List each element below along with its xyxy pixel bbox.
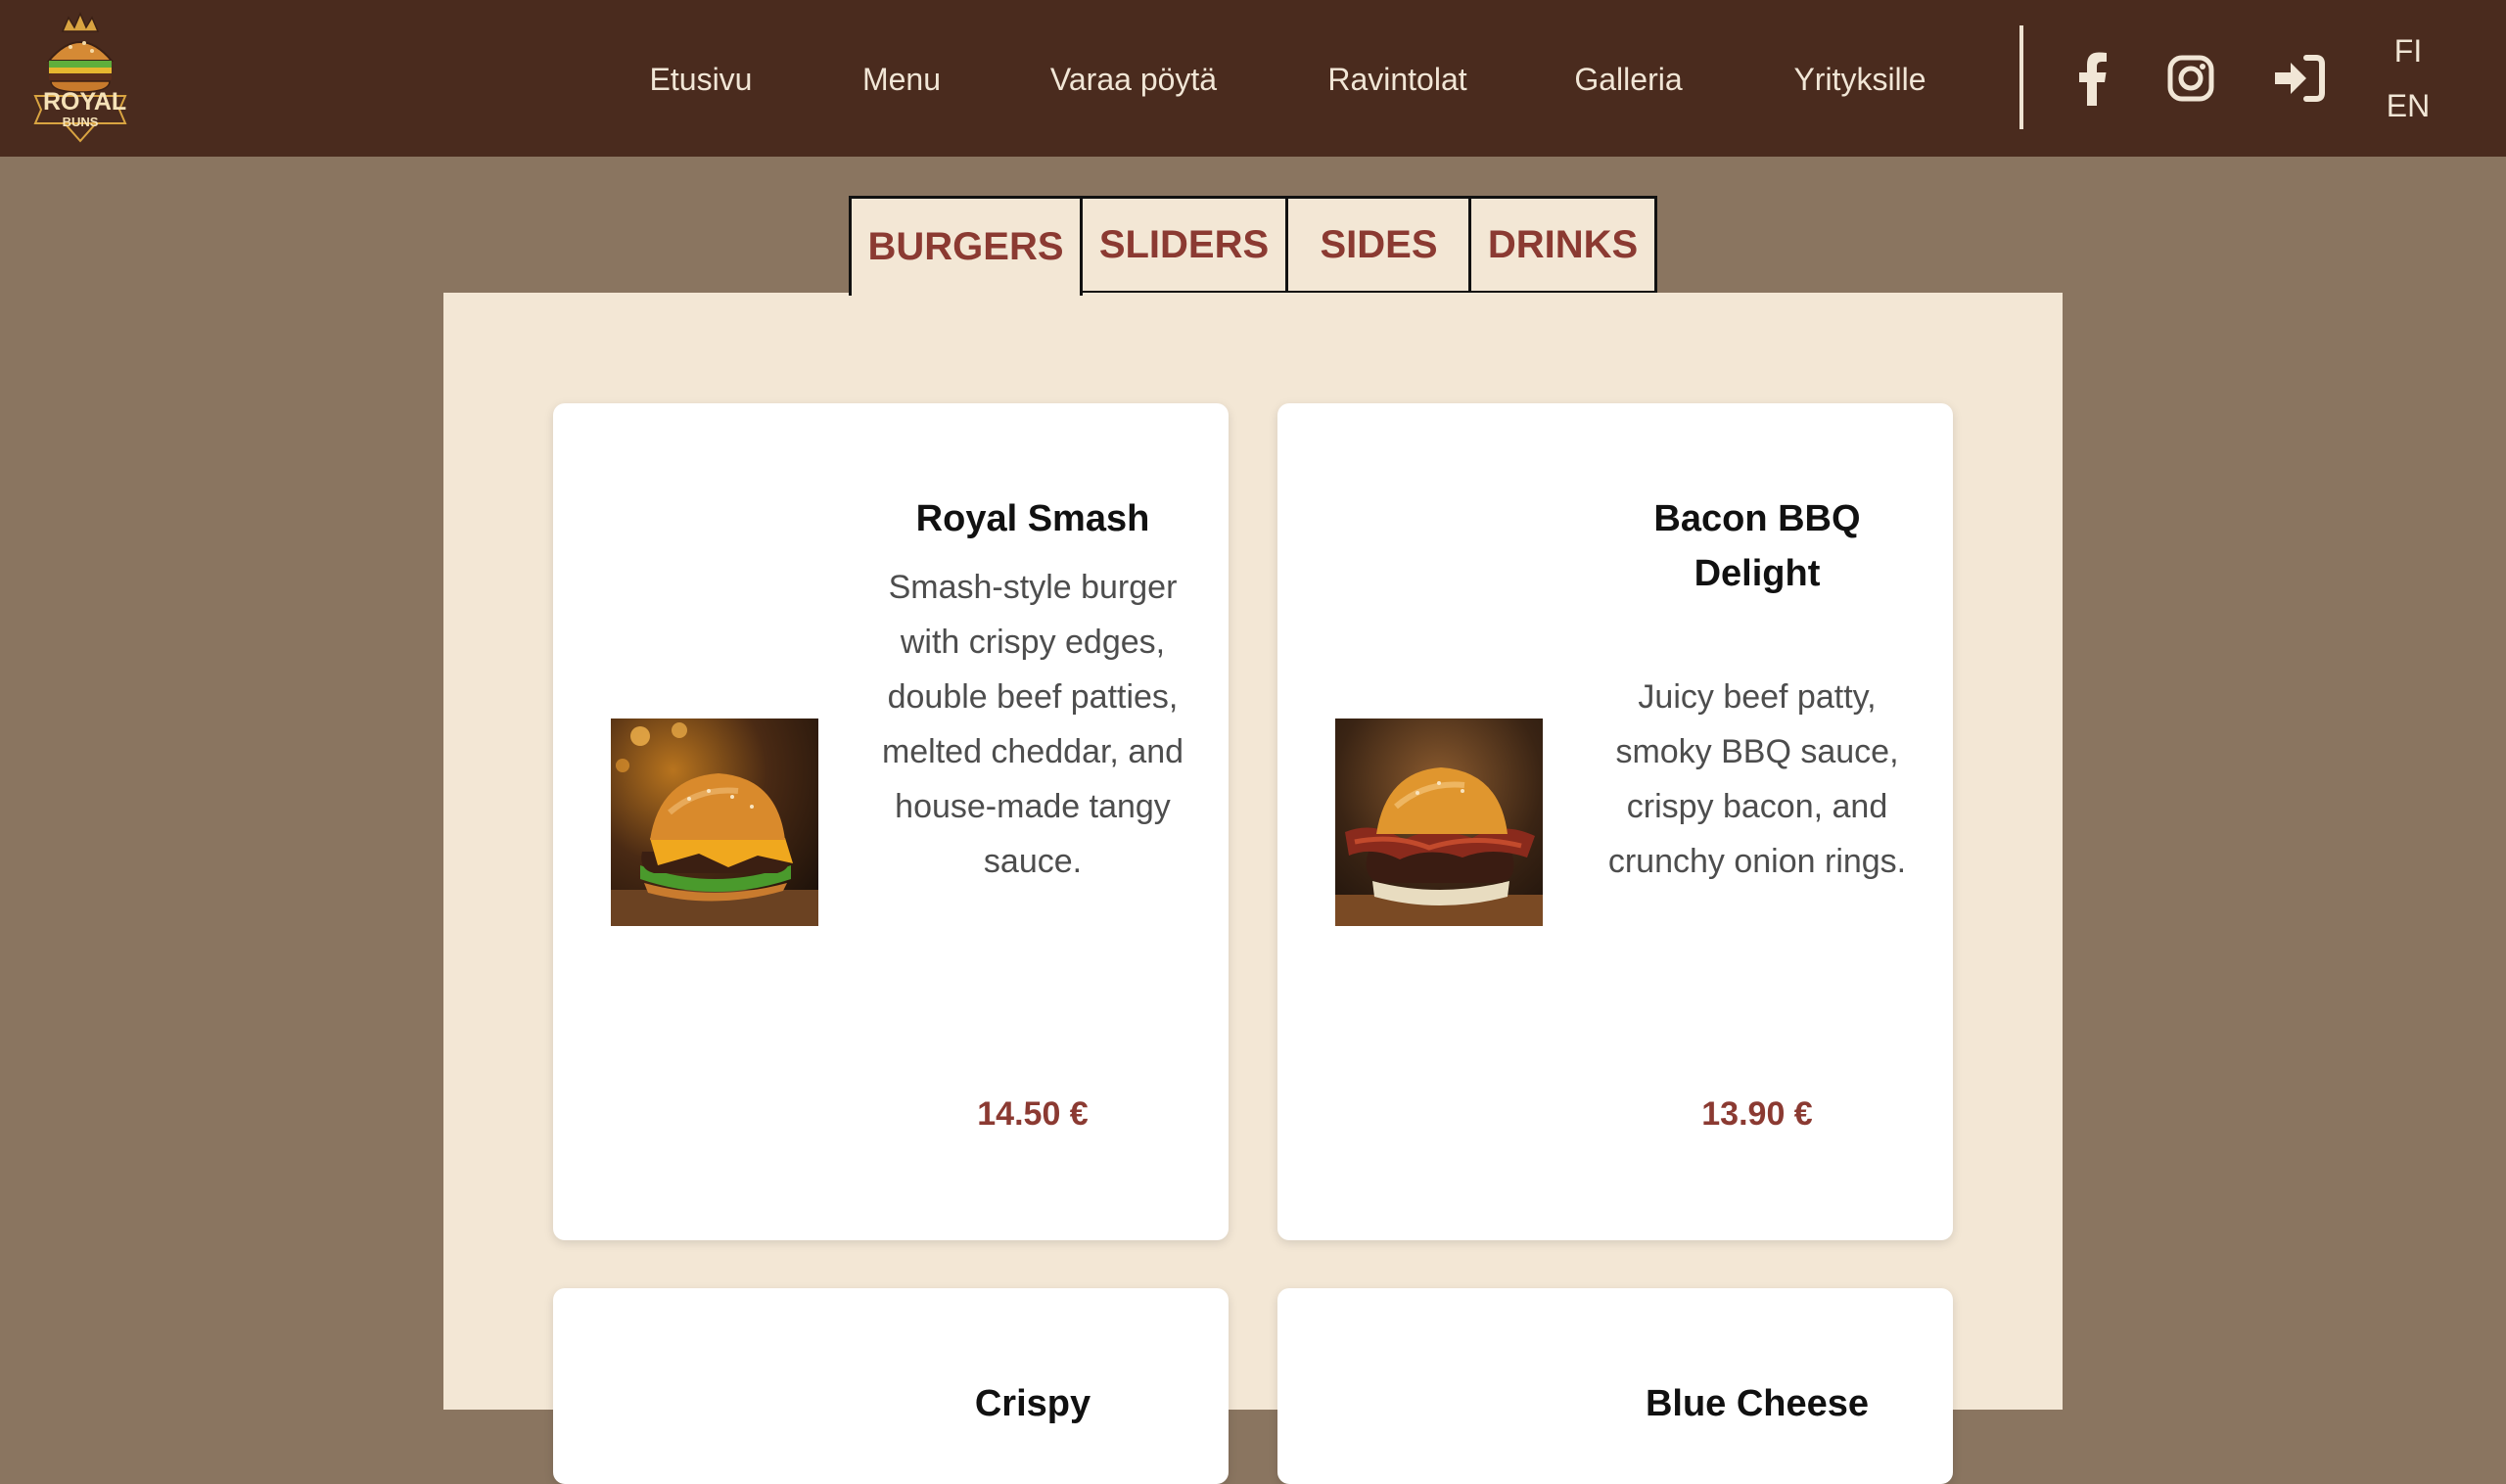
menu-card[interactable]: Bacon BBQ Delight Juicy beef patty, smok… [1277, 403, 1953, 1240]
nav-divider [2019, 25, 2023, 129]
nav-ravintolat[interactable]: Ravintolat [1307, 55, 1488, 104]
card-info: Royal Smash Smash-style burger with cris… [876, 491, 1189, 889]
tab-sides[interactable]: SIDES [1285, 196, 1472, 294]
item-title: Royal Smash [915, 498, 1150, 539]
menu-card[interactable]: Crispy [553, 1288, 1229, 1484]
login-icon[interactable] [2267, 47, 2330, 110]
instagram-icon[interactable] [2159, 47, 2222, 110]
menu-card[interactable]: Royal Smash Smash-style burger with cris… [553, 403, 1229, 1240]
facebook-icon[interactable] [2062, 47, 2124, 110]
item-title: Crispy [974, 1383, 1091, 1424]
item-price: 14.50 € [977, 1095, 1089, 1133]
nav-galleria[interactable]: Galleria [1562, 55, 1694, 104]
menu-card[interactable]: Blue Cheese [1277, 1288, 1953, 1484]
card-info: Bacon BBQ Delight Juicy beef patty, smok… [1601, 491, 1914, 889]
card-info: Blue Cheese [1601, 1376, 1914, 1431]
nav-menu[interactable]: Menu [838, 55, 965, 104]
item-description: Juicy beef patty, smoky BBQ sauce, crisp… [1607, 678, 1907, 880]
tab-burgers[interactable]: BURGERS [849, 196, 1083, 296]
card-info: Crispy [876, 1376, 1189, 1431]
top-navbar: ROYAL BUNS Etusivu Menu Varaa pöytä Ravi… [0, 0, 2506, 157]
item-description: Smash-style burger with crispy edges, do… [881, 569, 1184, 880]
lang-fi[interactable]: FI [2369, 33, 2447, 70]
menu-panel: Royal Smash Smash-style burger with cris… [443, 293, 2063, 1484]
item-price: 13.90 € [1701, 1095, 1813, 1133]
item-title: Blue Cheese [1645, 1383, 1870, 1424]
nav-etusivu[interactable]: Etusivu [623, 55, 779, 104]
tab-drinks[interactable]: DRINKS [1468, 196, 1657, 294]
item-title: Bacon BBQ Delight [1653, 498, 1861, 594]
royal-smash-image [611, 719, 818, 926]
nav-yrityksille[interactable]: Yrityksille [1780, 55, 1940, 104]
tab-sliders[interactable]: SLIDERS [1080, 196, 1288, 294]
logo-subtext: BUNS [62, 115, 99, 129]
logo-text: ROYAL [43, 88, 127, 116]
bacon-bbq-delight-image [1335, 719, 1543, 926]
nav-varaa-poyta[interactable]: Varaa pöytä [1036, 55, 1231, 104]
lang-en[interactable]: EN [2369, 88, 2447, 124]
